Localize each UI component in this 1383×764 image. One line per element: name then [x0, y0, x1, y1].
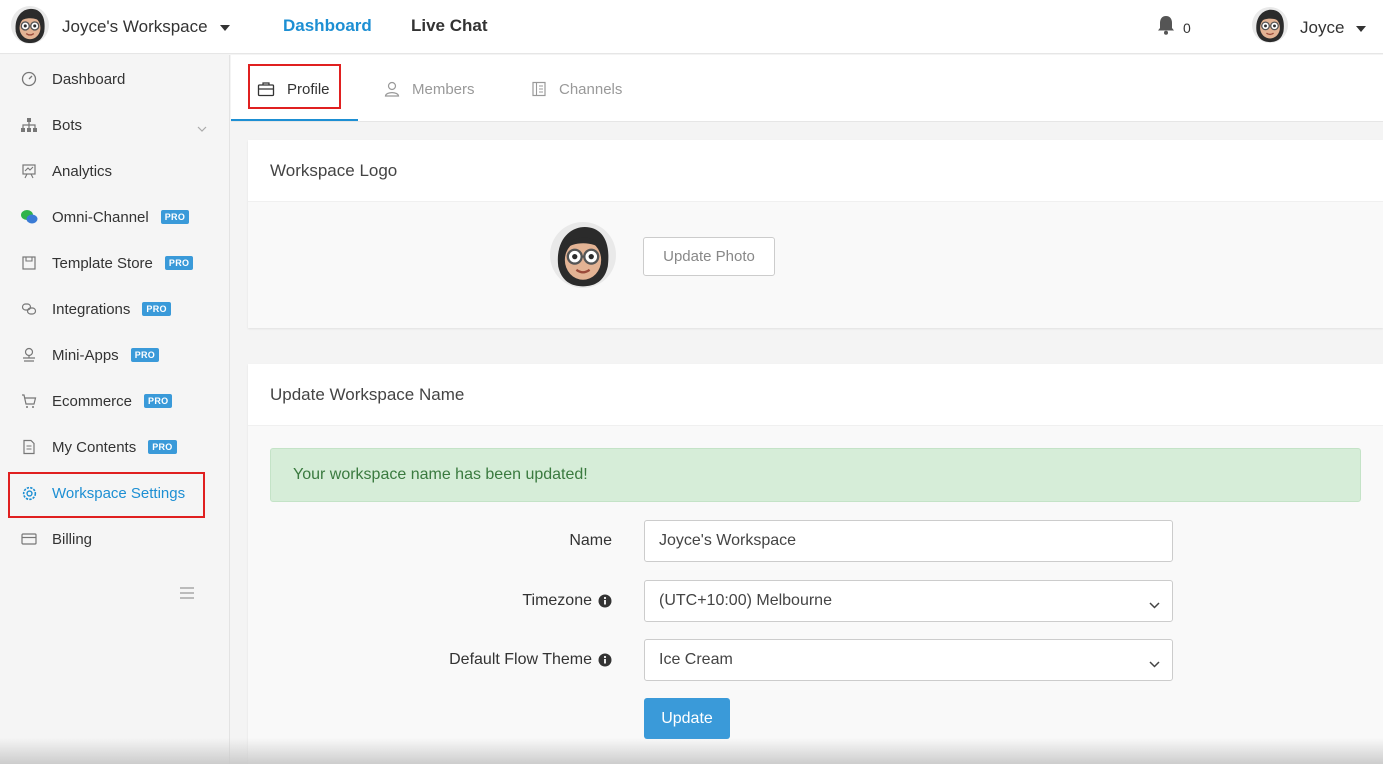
sidebar-item-mini-apps[interactable]: Mini-Apps PRO	[0, 335, 230, 375]
link-icon	[20, 300, 38, 318]
user-icon	[384, 81, 400, 97]
bottom-shadow	[0, 738, 1383, 764]
pro-badge: PRO	[144, 394, 173, 408]
sidebar-item-template-store[interactable]: Template Store PRO	[0, 243, 230, 283]
name-input[interactable]: Joyce's Workspace	[644, 520, 1173, 562]
update-photo-button[interactable]: Update Photo	[643, 237, 775, 276]
sidebar-item-label: Billing	[52, 530, 93, 548]
info-icon[interactable]	[598, 594, 612, 608]
workspace-switcher[interactable]: Joyce's Workspace	[11, 8, 230, 46]
workspace-logo-card: Workspace Logo	[248, 140, 1383, 328]
sidebar-item-ecommerce[interactable]: Ecommerce PRO	[0, 381, 230, 421]
highlight-box	[8, 472, 205, 518]
workspace-avatar	[11, 6, 49, 49]
chevron-down-icon	[1149, 655, 1160, 673]
tab-label: Members	[412, 80, 475, 98]
chevron-down-icon	[1149, 596, 1160, 614]
card-title: Workspace Logo	[248, 140, 1383, 202]
workspace-name-card: Update Workspace Name	[248, 364, 1383, 764]
workspace-logo-avatar[interactable]	[550, 222, 616, 293]
sidebar-item-label: Bots	[52, 116, 83, 134]
pro-badge: PRO	[130, 348, 160, 362]
sidebar-item-label: Analytics	[52, 162, 113, 180]
sidebar-item-analytics[interactable]: Analytics	[0, 151, 230, 191]
tab-channels[interactable]: Channels	[531, 77, 622, 101]
sidebar-item-integrations[interactable]: Integrations PRO	[0, 289, 230, 329]
sidebar-item-label: Dashboard	[52, 70, 126, 88]
active-tab-indicator	[231, 119, 358, 121]
list-icon	[531, 81, 547, 97]
input-value: Joyce's Workspace	[659, 532, 797, 549]
pro-badge: PRO	[142, 302, 171, 316]
bell-icon	[1157, 15, 1175, 40]
caret-down-icon	[1356, 25, 1367, 32]
success-alert: Your workspace name has been updated!	[270, 448, 1361, 502]
chevron-down-icon	[197, 119, 207, 136]
stamp-icon	[20, 346, 38, 364]
flow-theme-select[interactable]: Ice Cream	[644, 639, 1173, 681]
sidebar-item-dashboard[interactable]: Dashboard	[0, 59, 230, 99]
sidebar-item-label: Mini-Apps	[52, 346, 119, 364]
flow-theme-label: Default Flow Theme	[380, 639, 612, 681]
chat-bubbles-icon	[20, 208, 38, 226]
tab-members[interactable]: Members	[384, 77, 475, 101]
sitemap-icon	[20, 116, 38, 134]
card-title: Update Workspace Name	[248, 364, 1383, 426]
settings-tabs: Profile Members Channels	[231, 55, 1383, 122]
nav-live-chat[interactable]: Live Chat	[411, 16, 488, 36]
store-icon	[20, 254, 38, 272]
sidebar-item-label: My Contents	[52, 438, 137, 456]
workspace-name: Joyce's Workspace	[62, 17, 208, 36]
cart-icon	[20, 392, 38, 410]
sidebar: Dashboard Bots Analytics Omni-Channel PR…	[0, 55, 230, 764]
sidebar-item-billing[interactable]: Billing	[0, 519, 230, 559]
sidebar-item-omni-channel[interactable]: Omni-Channel PRO	[0, 197, 230, 237]
name-label: Name	[420, 520, 612, 562]
sidebar-item-label: Ecommerce	[52, 392, 133, 410]
pro-badge: PRO	[148, 440, 177, 454]
pro-badge: PRO	[164, 256, 194, 270]
notifications[interactable]: 0	[1157, 15, 1191, 40]
credit-card-icon	[20, 530, 38, 548]
user-name: Joyce	[1300, 17, 1345, 37]
label-text: Default Flow Theme	[449, 651, 592, 668]
tab-label: Channels	[559, 80, 623, 98]
user-avatar	[1252, 7, 1288, 48]
nav-dashboard[interactable]: Dashboard	[283, 16, 372, 36]
highlight-box	[248, 64, 341, 109]
sidebar-item-my-contents[interactable]: My Contents PRO	[0, 427, 230, 467]
update-button[interactable]: Update	[644, 698, 730, 739]
presentation-icon	[20, 162, 38, 180]
pro-badge: PRO	[160, 210, 190, 224]
hamburger-icon[interactable]	[180, 586, 194, 604]
sidebar-item-label: Omni-Channel	[52, 208, 149, 226]
document-icon	[20, 438, 38, 456]
select-value: Ice Cream	[659, 651, 733, 668]
label-text: Name	[569, 532, 612, 549]
card-body	[248, 202, 1383, 328]
sidebar-item-bots[interactable]: Bots	[0, 105, 230, 145]
info-icon[interactable]	[598, 653, 612, 667]
timezone-label: Timezone	[400, 580, 612, 622]
select-value: (UTC+10:00) Melbourne	[659, 592, 832, 609]
notification-count: 0	[1183, 19, 1191, 36]
user-menu[interactable]: Joyce	[1252, 7, 1367, 48]
caret-down-icon	[219, 25, 230, 31]
timezone-select[interactable]: (UTC+10:00) Melbourne	[644, 580, 1173, 622]
top-bar: Joyce's Workspace Dashboard Live Chat 0 …	[0, 0, 1383, 54]
sidebar-item-label: Template Store	[52, 254, 153, 272]
sidebar-item-label: Integrations	[52, 300, 131, 318]
gauge-icon	[20, 70, 38, 88]
label-text: Timezone	[522, 592, 592, 609]
